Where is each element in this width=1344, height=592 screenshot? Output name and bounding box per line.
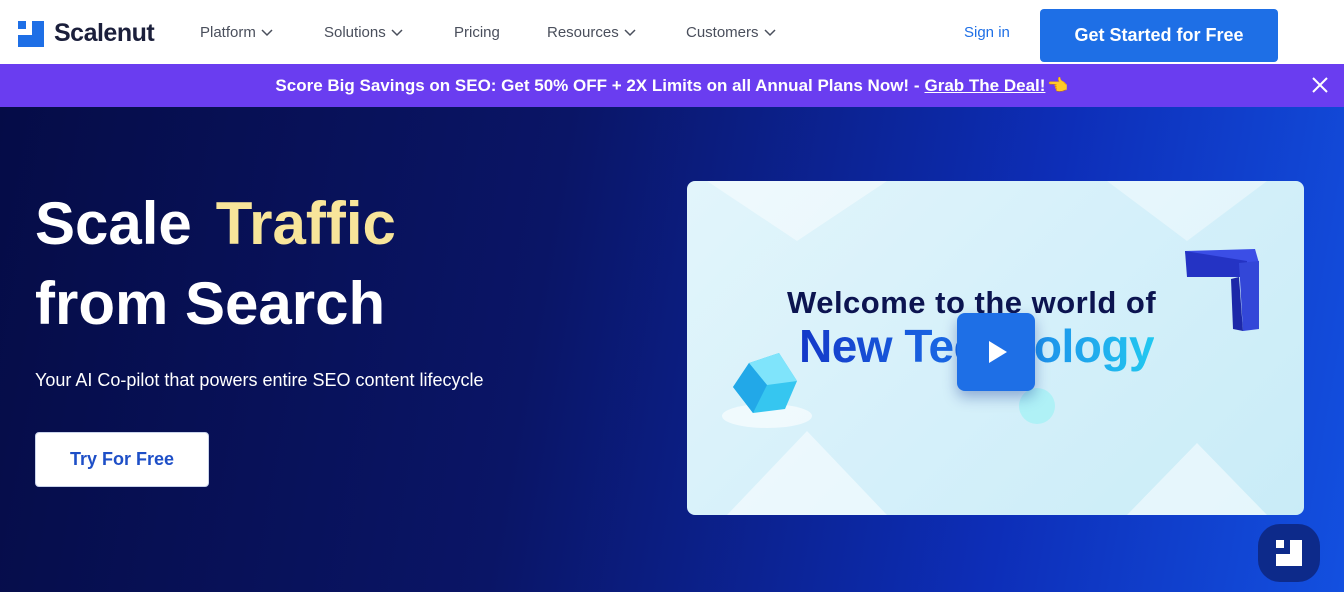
promo-text: Score Big Savings on SEO: Get 50% OFF + … — [275, 75, 920, 95]
hero-title-word: Scale — [35, 190, 192, 257]
chevron-down-icon — [391, 29, 403, 37]
scalenut-widget-icon — [1276, 540, 1302, 566]
nav-item-pricing[interactable]: Pricing — [454, 0, 500, 64]
nav-label: Solutions — [324, 23, 386, 41]
try-for-free-button[interactable]: Try For Free — [35, 432, 209, 487]
chevron-down-icon — [261, 29, 273, 37]
nav-item-resources[interactable]: Resources — [547, 0, 637, 64]
nav-label: Pricing — [454, 23, 500, 41]
nav-label: Customers — [686, 23, 759, 41]
pointing-hand-icon: 👈 — [1047, 75, 1069, 95]
promo-banner: Score Big Savings on SEO: Get 50% OFF + … — [0, 64, 1344, 107]
nav-item-customers[interactable]: Customers — [686, 0, 777, 64]
top-navbar: Scalenut Platform Solutions Pricing Reso… — [0, 0, 1344, 64]
play-button[interactable] — [957, 313, 1035, 391]
hero-title-highlight: Traffic — [215, 190, 396, 257]
chevron-down-icon — [764, 29, 776, 37]
grab-deal-link[interactable]: Grab The Deal! — [924, 76, 1045, 96]
scalenut-logo-icon — [18, 20, 44, 47]
chat-widget-button[interactable] — [1258, 524, 1320, 582]
brand-logo[interactable]: Scalenut — [18, 19, 155, 48]
chevron-down-icon — [624, 29, 636, 37]
hero-title-line1: Scale Traffic — [35, 189, 396, 258]
hero-subtitle: Your AI Co-pilot that powers entire SEO … — [35, 370, 484, 390]
nav-item-solutions[interactable]: Solutions — [324, 0, 404, 64]
nav-label: Resources — [547, 23, 619, 41]
hero-section: Scale Traffic from Search Your AI Co-pilo… — [0, 107, 1344, 592]
nav-label: Platform — [200, 23, 256, 41]
brand-name: Scalenut — [54, 19, 155, 47]
video-player[interactable]: Welcome to the world of New Technology — [687, 181, 1304, 515]
nav-item-platform[interactable]: Platform — [200, 0, 274, 64]
sign-in-link[interactable]: Sign in — [964, 0, 1010, 64]
hero-title-line2: from Search — [35, 270, 386, 337]
close-icon[interactable] — [1310, 75, 1330, 95]
get-started-button[interactable]: Get Started for Free — [1040, 9, 1278, 62]
play-icon — [989, 341, 1007, 363]
